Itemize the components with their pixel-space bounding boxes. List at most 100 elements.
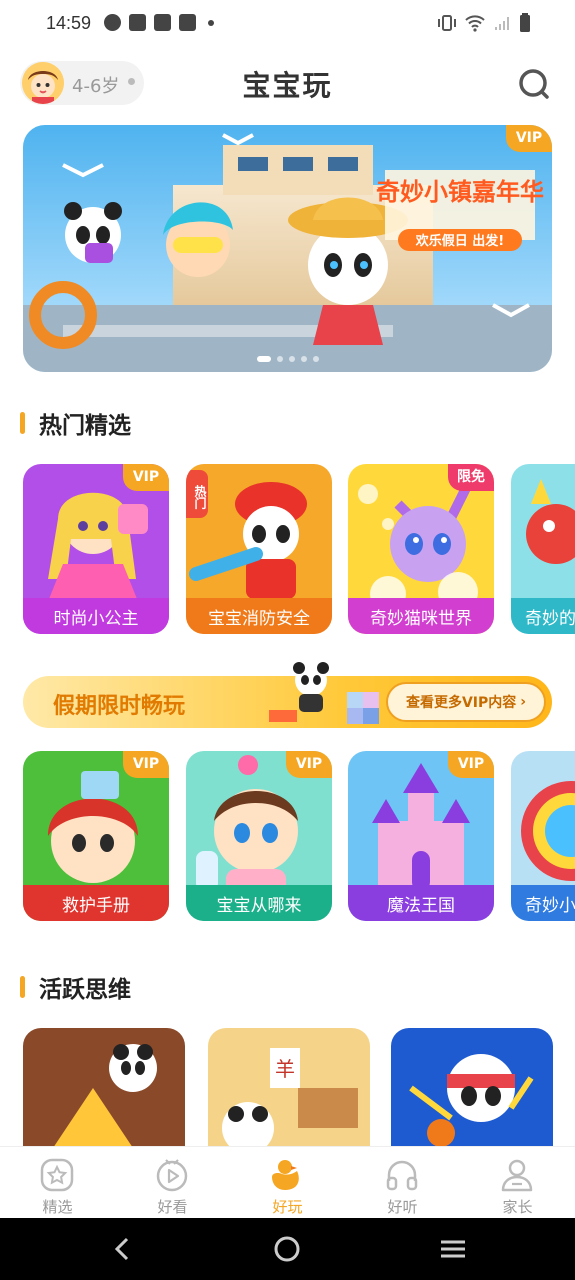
free-badge: 限免 xyxy=(448,464,494,491)
mail-icon xyxy=(179,14,196,31)
game-thumbnail: 羊 xyxy=(208,1028,370,1146)
nav-label: 好玩 xyxy=(272,1198,303,1216)
star-badge-icon xyxy=(40,1158,74,1192)
card-label-bar: 奇妙的 xyxy=(511,598,575,634)
card-label: 奇妙小 xyxy=(525,895,575,916)
game-card[interactable]: 奇妙猫咪世界 限免 xyxy=(348,464,494,634)
game-card[interactable]: 宝宝消防安全 热门 xyxy=(186,464,332,634)
status-time: 14:59 xyxy=(46,13,92,33)
person-icon xyxy=(501,1159,533,1192)
notification-icons xyxy=(104,14,214,31)
nav-label: 家长 xyxy=(502,1198,533,1216)
card-label: 奇妙的 xyxy=(525,608,575,629)
card-label-bar: 奇妙猫咪世界 xyxy=(348,598,494,634)
vip-badge: VIP xyxy=(286,751,332,778)
card-label: 宝宝消防安全 xyxy=(208,608,310,629)
page-title: 宝宝玩 xyxy=(242,69,333,102)
game-card[interactable]: 奇妙小 xyxy=(511,751,575,921)
game-thumbnail xyxy=(23,1028,185,1146)
compass-icon xyxy=(104,14,121,31)
nav-item-parents[interactable]: 家长 xyxy=(460,1147,575,1219)
back-icon[interactable] xyxy=(108,1234,138,1264)
duck-icon xyxy=(272,1160,299,1190)
nav-label: 好看 xyxy=(157,1198,188,1216)
more-notifications-icon xyxy=(208,19,214,26)
search-button[interactable] xyxy=(516,66,552,102)
card-label-bar: 宝宝消防安全 xyxy=(186,598,332,634)
promo-panda-illustration xyxy=(269,662,379,724)
mail-icon xyxy=(154,14,171,31)
carousel-indicator xyxy=(23,356,552,362)
card-label-bar: 救护手册 xyxy=(23,885,169,921)
card-label: 奇妙猫咪世界 xyxy=(370,608,472,629)
promo-text: 假期限时畅玩 xyxy=(53,694,186,719)
nav-label: 精选 xyxy=(42,1198,73,1216)
carousel-dot xyxy=(276,356,283,362)
game-card[interactable]: 时尚小公主 VIP xyxy=(23,464,169,634)
game-card[interactable]: 羊 xyxy=(208,1028,370,1146)
nav-item-play[interactable]: 好玩 xyxy=(230,1147,345,1219)
carousel-dot xyxy=(300,356,307,362)
vip-badge: VIP xyxy=(506,125,552,152)
game-card[interactable]: 魔法王国 VIP xyxy=(348,751,494,921)
card-label-bar: 时尚小公主 xyxy=(23,598,169,634)
section-accent-bar xyxy=(20,976,25,998)
banner-title: 奇妙小镇嘉年华 xyxy=(376,178,544,206)
game-card[interactable]: 救护手册 VIP xyxy=(23,751,169,921)
banner-illustration: 奇妙小镇嘉年华 欢乐假日 出发! xyxy=(23,125,552,372)
game-card[interactable]: 宝宝从哪来 VIP xyxy=(186,751,332,921)
section-header-hot: 热门精选 xyxy=(20,406,131,440)
play-icon xyxy=(156,1159,188,1192)
recent-apps-icon[interactable] xyxy=(438,1234,468,1264)
section-header-thinking: 活跃思维 xyxy=(20,970,131,1004)
headphones-icon xyxy=(386,1160,418,1191)
section-accent-bar xyxy=(20,412,25,434)
thinking-games-row: 羊 xyxy=(23,1028,575,1146)
carousel-dot xyxy=(288,356,295,362)
game-card[interactable] xyxy=(391,1028,553,1146)
more-vip-label: 查看更多VIP内容 xyxy=(405,695,517,711)
bottom-nav: 精选 好看 好玩 好听 家长 xyxy=(0,1146,575,1218)
hot-games-row: 时尚小公主 VIP 宝宝消防安全 热门 奇妙猫咪世界 限免 奇妙的 xyxy=(23,464,575,634)
card-label: 时尚小公主 xyxy=(53,608,139,629)
battery-icon xyxy=(520,13,530,32)
app-header: 4-6岁 宝宝玩 xyxy=(0,56,575,112)
more-vip-button[interactable]: 查看更多VIP内容 › xyxy=(386,682,546,722)
section-title: 热门精选 xyxy=(39,413,131,439)
nav-item-featured[interactable]: 精选 xyxy=(0,1147,115,1219)
section-title: 活跃思维 xyxy=(39,977,131,1003)
nav-label: 好听 xyxy=(387,1198,418,1216)
game-card[interactable] xyxy=(23,1028,185,1146)
game-thumbnail xyxy=(391,1028,553,1146)
system-icons xyxy=(437,13,531,33)
card-label-bar: 奇妙小 xyxy=(511,885,575,921)
banner-subtitle: 欢乐假日 出发! xyxy=(415,233,504,249)
vip-games-row: 救护手册 VIP 宝宝从哪来 VIP 魔法王国 VIP 奇妙小 xyxy=(23,751,575,921)
vip-badge: VIP xyxy=(448,751,494,778)
card-label-bar: 宝宝从哪来 xyxy=(186,885,332,921)
mail-icon xyxy=(129,14,146,31)
vibrate-icon xyxy=(438,15,456,31)
card-label: 救护手册 xyxy=(62,895,130,916)
vip-promo-banner[interactable]: 假期限时畅玩 查看更多VIP内容 › xyxy=(23,662,552,728)
carousel-dot xyxy=(256,356,271,362)
hero-banner[interactable]: 奇妙小镇嘉年华 欢乐假日 出发! VIP xyxy=(23,125,552,372)
chevron-right-icon: › xyxy=(520,694,527,710)
svg-text:羊: 羊 xyxy=(275,1057,295,1081)
wifi-icon xyxy=(465,15,485,32)
card-label: 宝宝从哪来 xyxy=(216,895,302,916)
nav-item-watch[interactable]: 好看 xyxy=(115,1147,230,1219)
search-icon xyxy=(519,69,549,99)
hot-badge: 热门 xyxy=(186,470,208,518)
game-card[interactable]: 奇妙的 xyxy=(511,464,575,634)
vip-badge: VIP xyxy=(123,464,169,491)
system-nav-bar xyxy=(0,1218,575,1280)
vip-badge: VIP xyxy=(123,751,169,778)
card-label-bar: 魔法王国 xyxy=(348,885,494,921)
home-icon[interactable] xyxy=(272,1234,302,1264)
signal-icon xyxy=(495,17,509,30)
nav-item-listen[interactable]: 好听 xyxy=(345,1147,460,1219)
carousel-dot xyxy=(312,356,319,362)
status-bar: 14:59 xyxy=(0,0,575,48)
card-label: 魔法王国 xyxy=(387,895,455,916)
